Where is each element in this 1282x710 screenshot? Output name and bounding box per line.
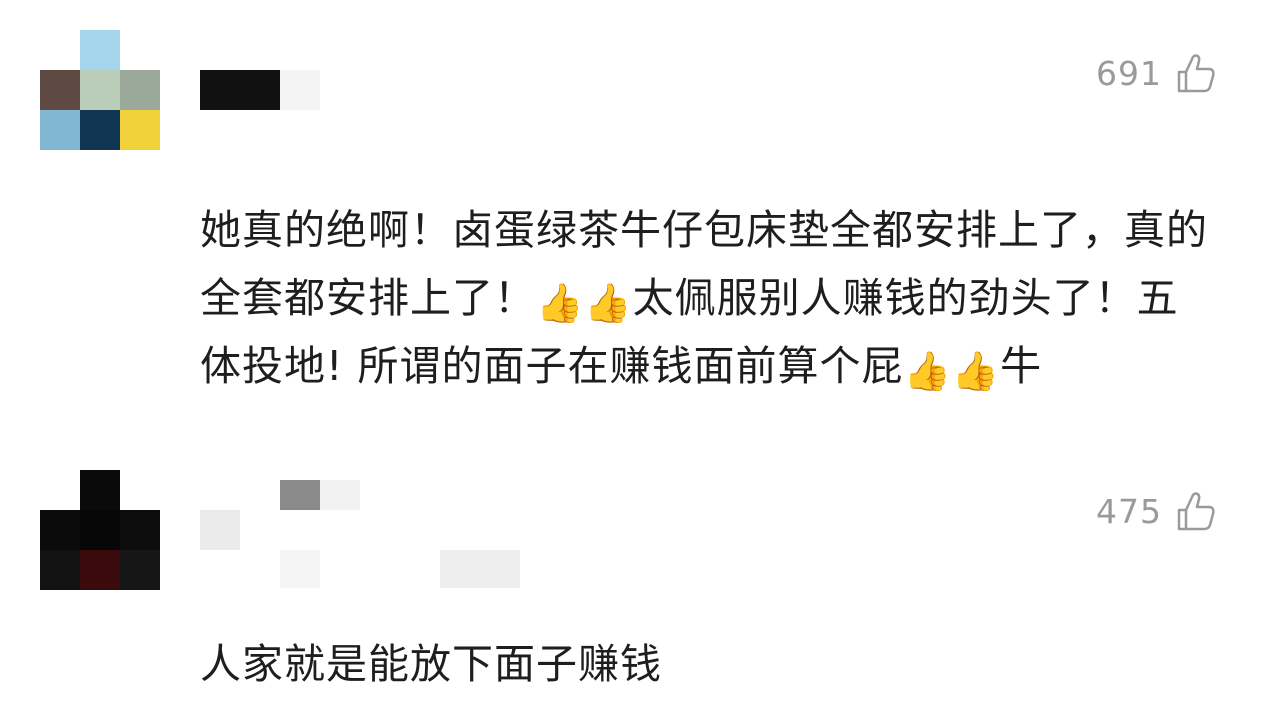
comment-text-segment: 人家就是能放下面子赚钱 [200,640,662,688]
comment-item: 475 人家就是能放下面子赚钱 [0,0,1282,710]
thumbs-up-outline-icon[interactable] [1176,490,1216,532]
like-group[interactable]: 475 [1096,486,1216,536]
comment-text: 人家就是能放下面子赚钱 [200,630,1210,698]
avatar[interactable] [40,470,160,590]
like-count: 475 [1096,491,1162,531]
username-redacted[interactable] [200,470,530,590]
